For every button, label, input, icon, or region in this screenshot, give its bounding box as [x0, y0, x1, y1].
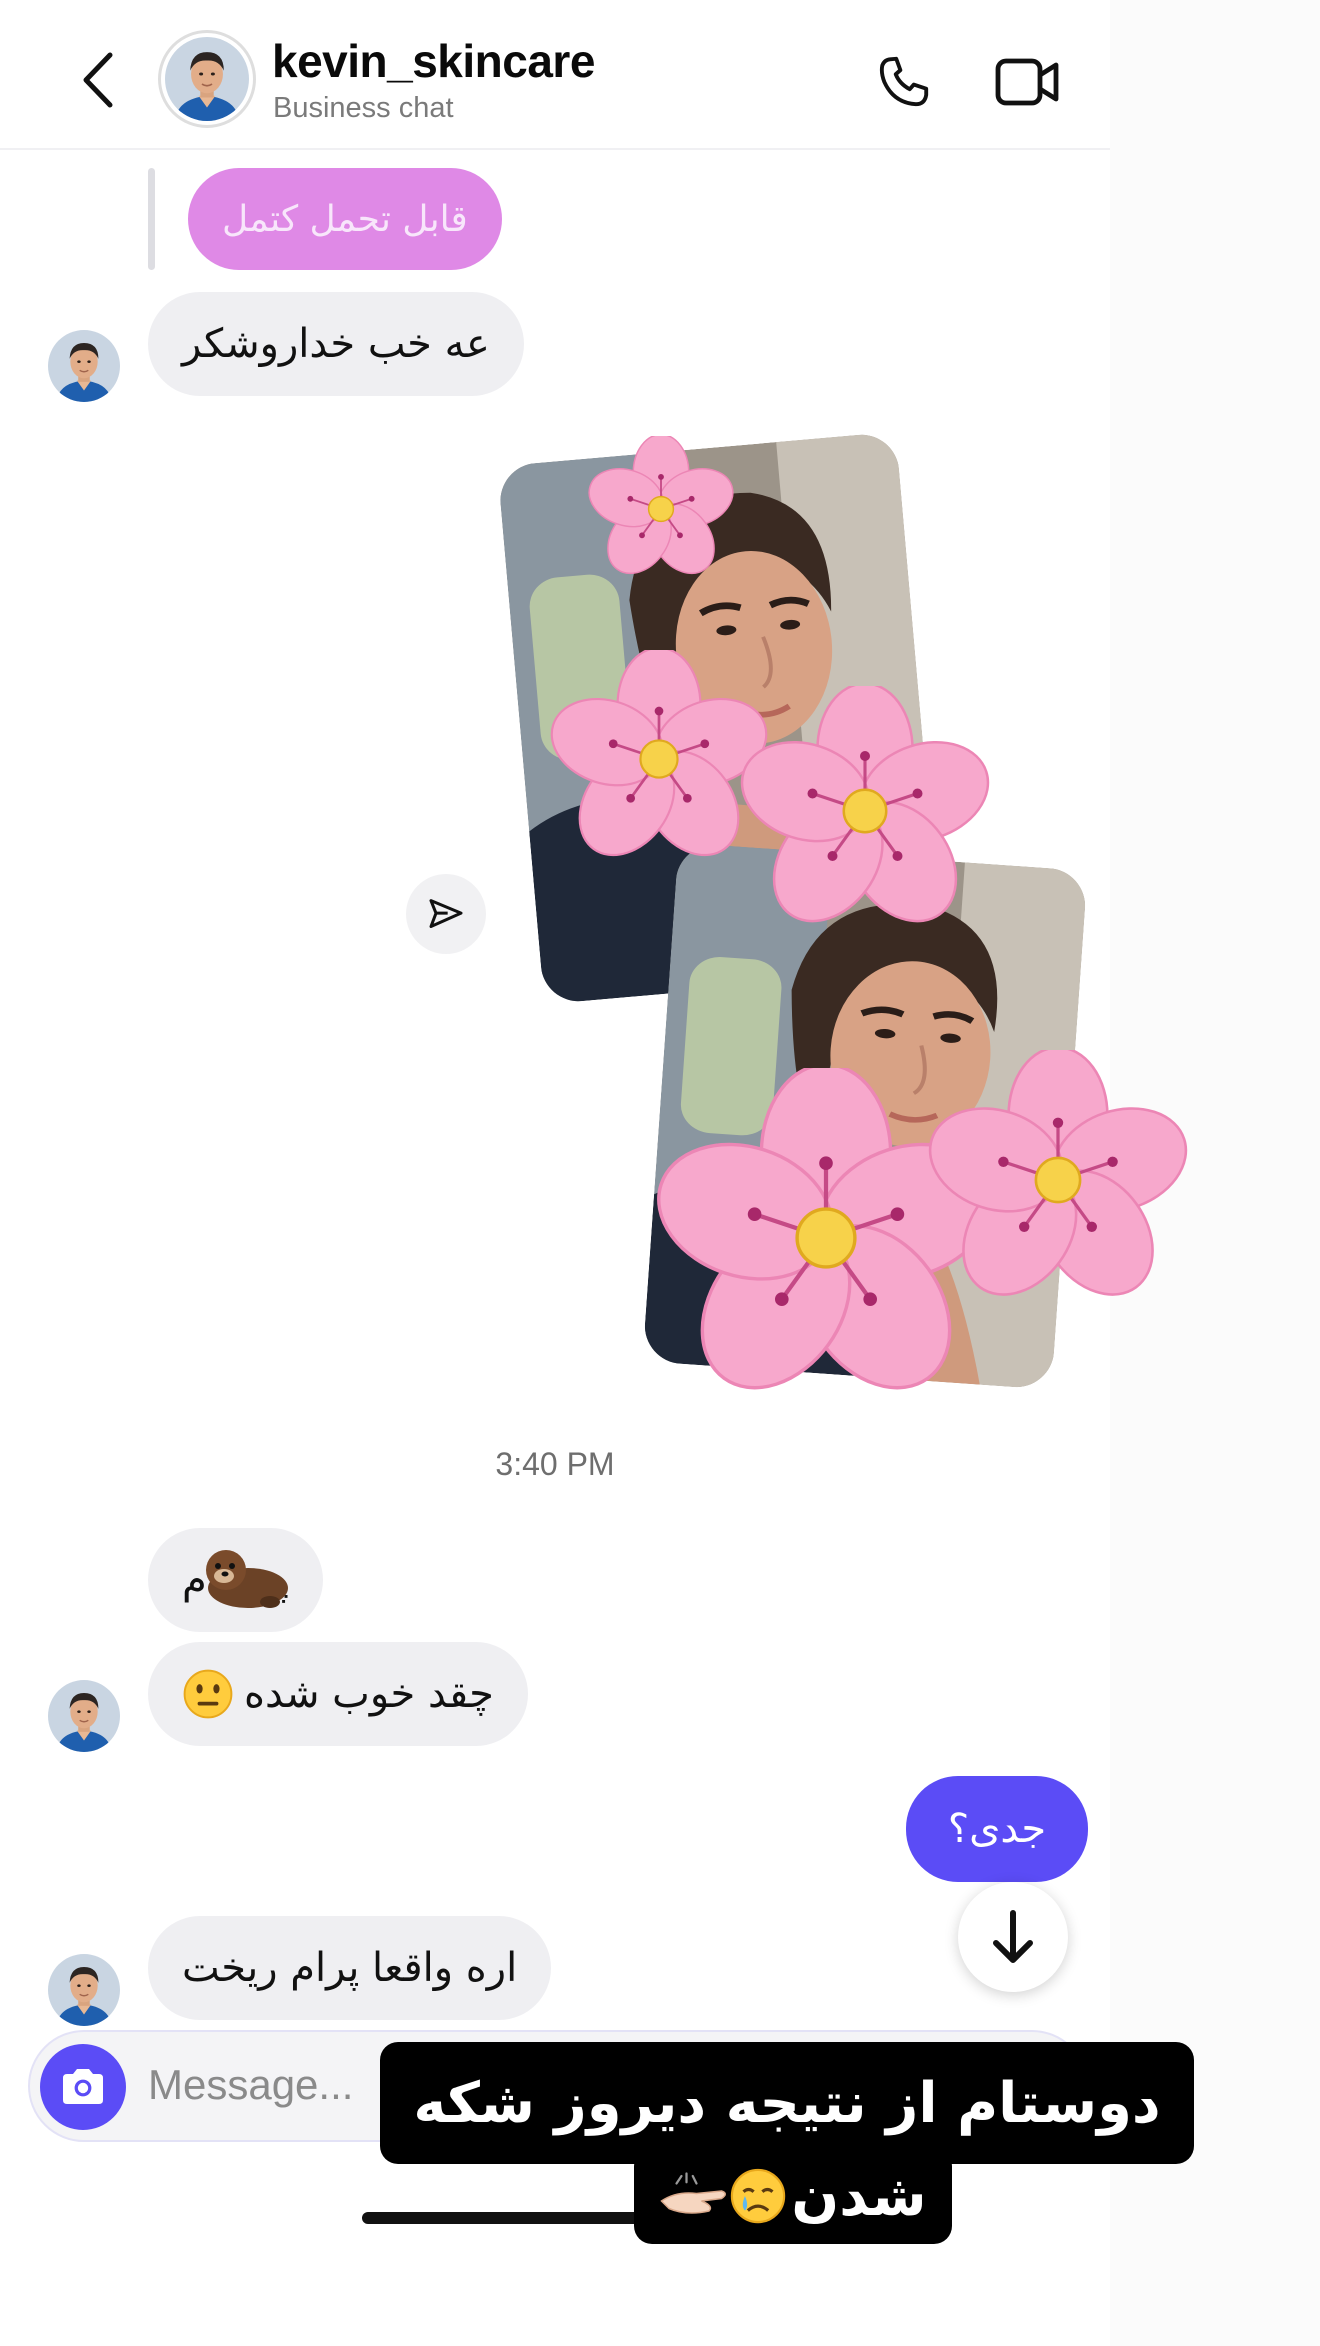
contact-name[interactable]: kevin_skincare: [272, 34, 595, 88]
message-bubble-incoming[interactable]: عه خب خداروشکر: [148, 292, 524, 396]
camera-button[interactable]: [40, 2044, 126, 2130]
arrow-down-icon: [993, 1910, 1033, 1963]
scroll-to-bottom-button[interactable]: [958, 1882, 1068, 1992]
palm-up-hand-icon: [660, 2172, 727, 2214]
phone-icon: [879, 56, 929, 107]
cherry-blossom-icon: [740, 686, 990, 936]
story-caption-line-1: دوستام از نتیجه دیروز شکه: [380, 2042, 1194, 2164]
message-bubble-incoming[interactable]: اره واقعا پرام ریخت: [148, 1916, 552, 2020]
camera-icon: [63, 2069, 103, 2104]
chat-subtitle: Business chat: [273, 92, 454, 124]
story-caption-line-2: شدن: [634, 2148, 952, 2244]
voice-call-button[interactable]: [868, 46, 940, 118]
cherry-blossom-icon: [928, 1050, 1188, 1310]
avatar[interactable]: [48, 1954, 120, 2026]
cherry-blossom-icon: [550, 650, 768, 868]
crying-face-icon: [731, 2168, 786, 2224]
message-text: چقد خوب شده: [244, 1671, 494, 1717]
message-timestamp: 3:40 PM: [495, 1446, 615, 1482]
chevron-left-icon: [83, 52, 113, 108]
header-avatar[interactable]: [158, 30, 256, 128]
video-camera-icon: [995, 58, 1059, 106]
caption-text: شدن: [791, 2163, 927, 2229]
avatar[interactable]: [48, 330, 120, 402]
neutral-face-icon: [183, 1669, 233, 1719]
paper-plane-icon: [429, 899, 463, 928]
reply-indicator-line: [148, 168, 155, 270]
back-button[interactable]: [70, 48, 126, 112]
avatar[interactable]: [48, 1680, 120, 1752]
video-call-button[interactable]: [988, 46, 1068, 118]
message-bubble-outgoing[interactable]: جدی؟: [906, 1776, 1088, 1882]
message-input[interactable]: [148, 2050, 388, 2120]
reply-preview-bubble[interactable]: قابل تحمل کتمل: [188, 168, 502, 270]
chat-header: kevin_skincare Business chat: [0, 0, 1110, 150]
message-bubble-incoming[interactable]: چقد خوب شده: [148, 1642, 528, 1746]
cherry-blossom-icon: [588, 436, 734, 582]
otter-icon: [206, 1550, 288, 1608]
share-button[interactable]: [406, 874, 486, 954]
